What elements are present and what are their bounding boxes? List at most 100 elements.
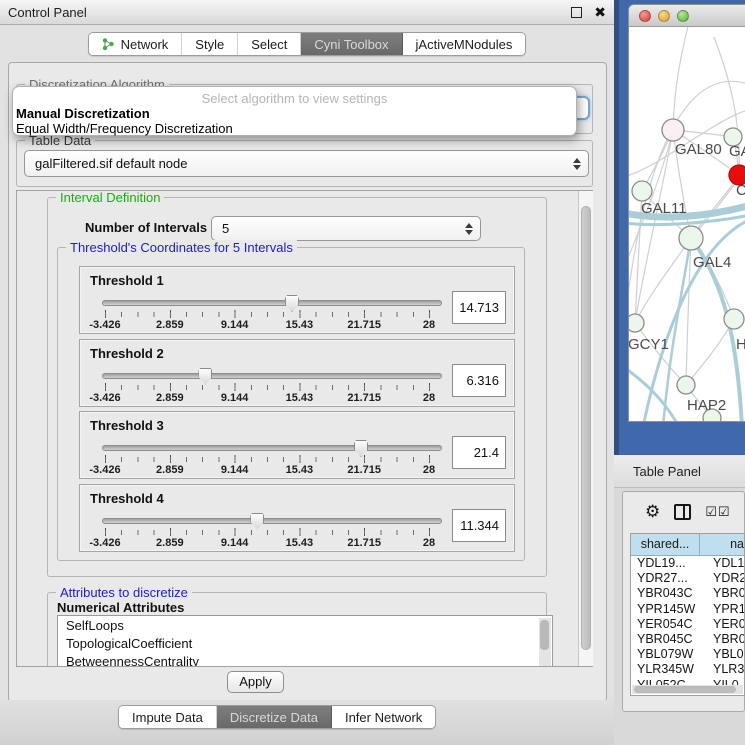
minimize-traffic-light-icon[interactable] (658, 10, 670, 22)
network-window: GAL80 GA C GAL11 GAL4 GCY1 H HAP2 (628, 4, 745, 422)
threshold-1-label: Threshold 1 (90, 273, 164, 288)
table-horizontal-scrollbar[interactable] (632, 685, 743, 694)
panel-title: Control Panel (8, 5, 87, 20)
cell: YER054C (631, 617, 709, 632)
tab-network[interactable]: Network (89, 33, 183, 55)
tab-discretize-data[interactable]: Discretize Data (217, 706, 332, 728)
close-icon[interactable]: ✖ (594, 7, 606, 18)
tab-infer-network[interactable]: Infer Network (332, 706, 435, 728)
scale-tick-label: 2.859 (156, 464, 184, 476)
threshold-4-label: Threshold 4 (90, 491, 164, 506)
tab-style[interactable]: Style (182, 33, 238, 55)
num-intervals-spinner[interactable]: 5 (211, 216, 481, 241)
table-data-combobox[interactable]: galFiltered.sif default node (24, 150, 589, 177)
dropdown-option-equal-width[interactable]: Equal Width/Frequency Discretization (16, 121, 233, 136)
threshold-3-slider-track[interactable] (102, 445, 442, 451)
scrollbar-thumb[interactable] (634, 686, 736, 693)
table-body: YDL19...YDL1 YDR27...YDR2 YBR043CYBR0 YP… (631, 556, 744, 686)
node-label-h: H (736, 336, 745, 353)
threshold-2-scale: -3.426 2.859 9.144 15.43 21.715 28 (80, 392, 516, 404)
scale-tick-label: 28 (423, 464, 435, 476)
network-canvas[interactable]: GAL80 GA C GAL11 GAL4 GCY1 H HAP2 (629, 27, 745, 421)
cell: YDR2 (709, 571, 744, 586)
algorithm-dropdown-popup: Select algorithm to view settings Manual… (12, 86, 577, 136)
column-header-shared-name[interactable]: shared... (631, 534, 700, 555)
top-tab-segmented-control: Network Style Select Cyni Toolbox jActiv… (88, 32, 527, 56)
scale-tick-label: 28 (423, 319, 435, 331)
list-item[interactable]: SelfLoops (58, 616, 552, 634)
tab-jactivemnodules[interactable]: jActiveMNodules (403, 33, 526, 55)
node-gal80[interactable] (662, 119, 684, 141)
threshold-2-panel: Threshold 2 -3.426 2.859 9.144 15.43 21.… (79, 339, 515, 407)
checkboxes-icon[interactable]: ☑☑ (705, 504, 730, 520)
thresholds-group-title: Threshold's Coordinates for 5 Intervals (66, 240, 297, 255)
table-row[interactable]: YLR345WYLR3 (631, 662, 744, 677)
threshold-2-value-field[interactable]: 6.316 (452, 364, 506, 397)
scale-tick-label: 15.43 (286, 464, 314, 476)
threshold-1-slider-track[interactable] (102, 300, 442, 306)
list-scrollbar[interactable] (539, 618, 551, 667)
scale-tick-label: -3.426 (89, 464, 120, 476)
node-gal11[interactable] (632, 181, 652, 201)
float-window-icon[interactable] (571, 7, 582, 18)
tab-impute-data[interactable]: Impute Data (119, 706, 217, 728)
table-row[interactable]: YBL079WYBL0 (631, 647, 744, 662)
scrollbar-thumb[interactable] (581, 206, 591, 650)
threshold-2-slider-track[interactable] (102, 373, 442, 379)
scale-tick-label: 9.144 (221, 464, 249, 476)
control-panel: Control Panel ✖ Network (0, 0, 614, 745)
tab-infer-network-label: Infer Network (345, 710, 422, 725)
column-header-name[interactable]: na (700, 534, 744, 555)
split-table-icon[interactable] (674, 504, 691, 520)
threshold-4-slider-track[interactable] (102, 518, 442, 524)
gear-icon[interactable]: ⚙ (645, 502, 660, 522)
table-row[interactable]: YDL19...YDL1 (631, 556, 744, 571)
table-row[interactable]: YBR043CYBR0 (631, 586, 744, 601)
tab-cyni-toolbox[interactable]: Cyni Toolbox (301, 33, 402, 55)
node-label-gcy1: GCY1 (629, 336, 669, 353)
network-graph: GAL80 GA C GAL11 GAL4 GCY1 H HAP2 (629, 27, 745, 421)
node-gcy1[interactable] (629, 314, 644, 332)
cell: YER0 (709, 617, 744, 632)
tab-select[interactable]: Select (238, 33, 301, 55)
tab-jactivemnodules-label: jActiveMNodules (416, 37, 513, 52)
table-row[interactable]: YDR27...YDR2 (631, 571, 744, 586)
table-row[interactable]: YPR145WYPR1 (631, 602, 744, 617)
numerical-attributes-list[interactable]: SelfLoops TopologicalCoefficient Between… (57, 615, 553, 667)
list-item[interactable]: BetweennessCentrality (58, 652, 552, 667)
table-panel-window: ⚙ ☑☑ shared... na YDL19...YDL1 YDR27...Y… (622, 491, 745, 712)
table-row[interactable]: YBR045CYBR0 (631, 632, 744, 647)
zoom-traffic-light-icon[interactable] (677, 10, 689, 22)
scrollpane-vertical-scrollbar[interactable] (578, 191, 593, 666)
screen: Control Panel ✖ Network (0, 0, 745, 745)
cell: YDR27... (631, 571, 709, 586)
scale-tick-label: 21.715 (347, 392, 381, 404)
tab-cyni-toolbox-label: Cyni Toolbox (314, 37, 388, 52)
cell: YBR045C (631, 632, 709, 647)
threshold-2-label: Threshold 2 (90, 346, 164, 361)
threshold-4-value-field[interactable]: 11.344 (452, 509, 506, 542)
tab-network-label: Network (121, 37, 169, 52)
threshold-1-value-field[interactable]: 14.713 (452, 291, 506, 324)
node-h[interactable] (724, 309, 744, 329)
threshold-3-value-field[interactable]: 21.4 (452, 436, 506, 469)
cell: YBL079W (631, 647, 709, 662)
scale-tick-label: 2.859 (156, 537, 184, 549)
table-toolbar: ⚙ ☑☑ (623, 492, 744, 532)
scale-tick-label: 28 (423, 392, 435, 404)
close-traffic-light-icon[interactable] (639, 10, 651, 22)
node-label-ga: GA (729, 143, 745, 160)
threshold-3-label: Threshold 3 (90, 418, 164, 433)
bottom-tab-segmented-control: Impute Data Discretize Data Infer Networ… (118, 705, 436, 729)
threshold-3-minor-ticks (105, 457, 430, 462)
node-table[interactable]: shared... na YDL19...YDL1 YDR27...YDR2 Y… (630, 533, 745, 696)
threshold-1-panel: Threshold 1 -3.426 2.859 9.144 15.43 21.… (79, 266, 515, 334)
apply-button[interactable]: Apply (227, 671, 284, 693)
dropdown-option-manual[interactable]: Manual Discretization (16, 106, 150, 121)
list-item[interactable]: TopologicalCoefficient (58, 634, 552, 652)
scale-tick-label: 2.859 (156, 392, 184, 404)
node-hap2[interactable] (677, 376, 695, 394)
node-gal4[interactable] (679, 226, 703, 250)
threshold-2-minor-ticks (105, 385, 430, 390)
table-row[interactable]: YER054CYER0 (631, 617, 744, 632)
